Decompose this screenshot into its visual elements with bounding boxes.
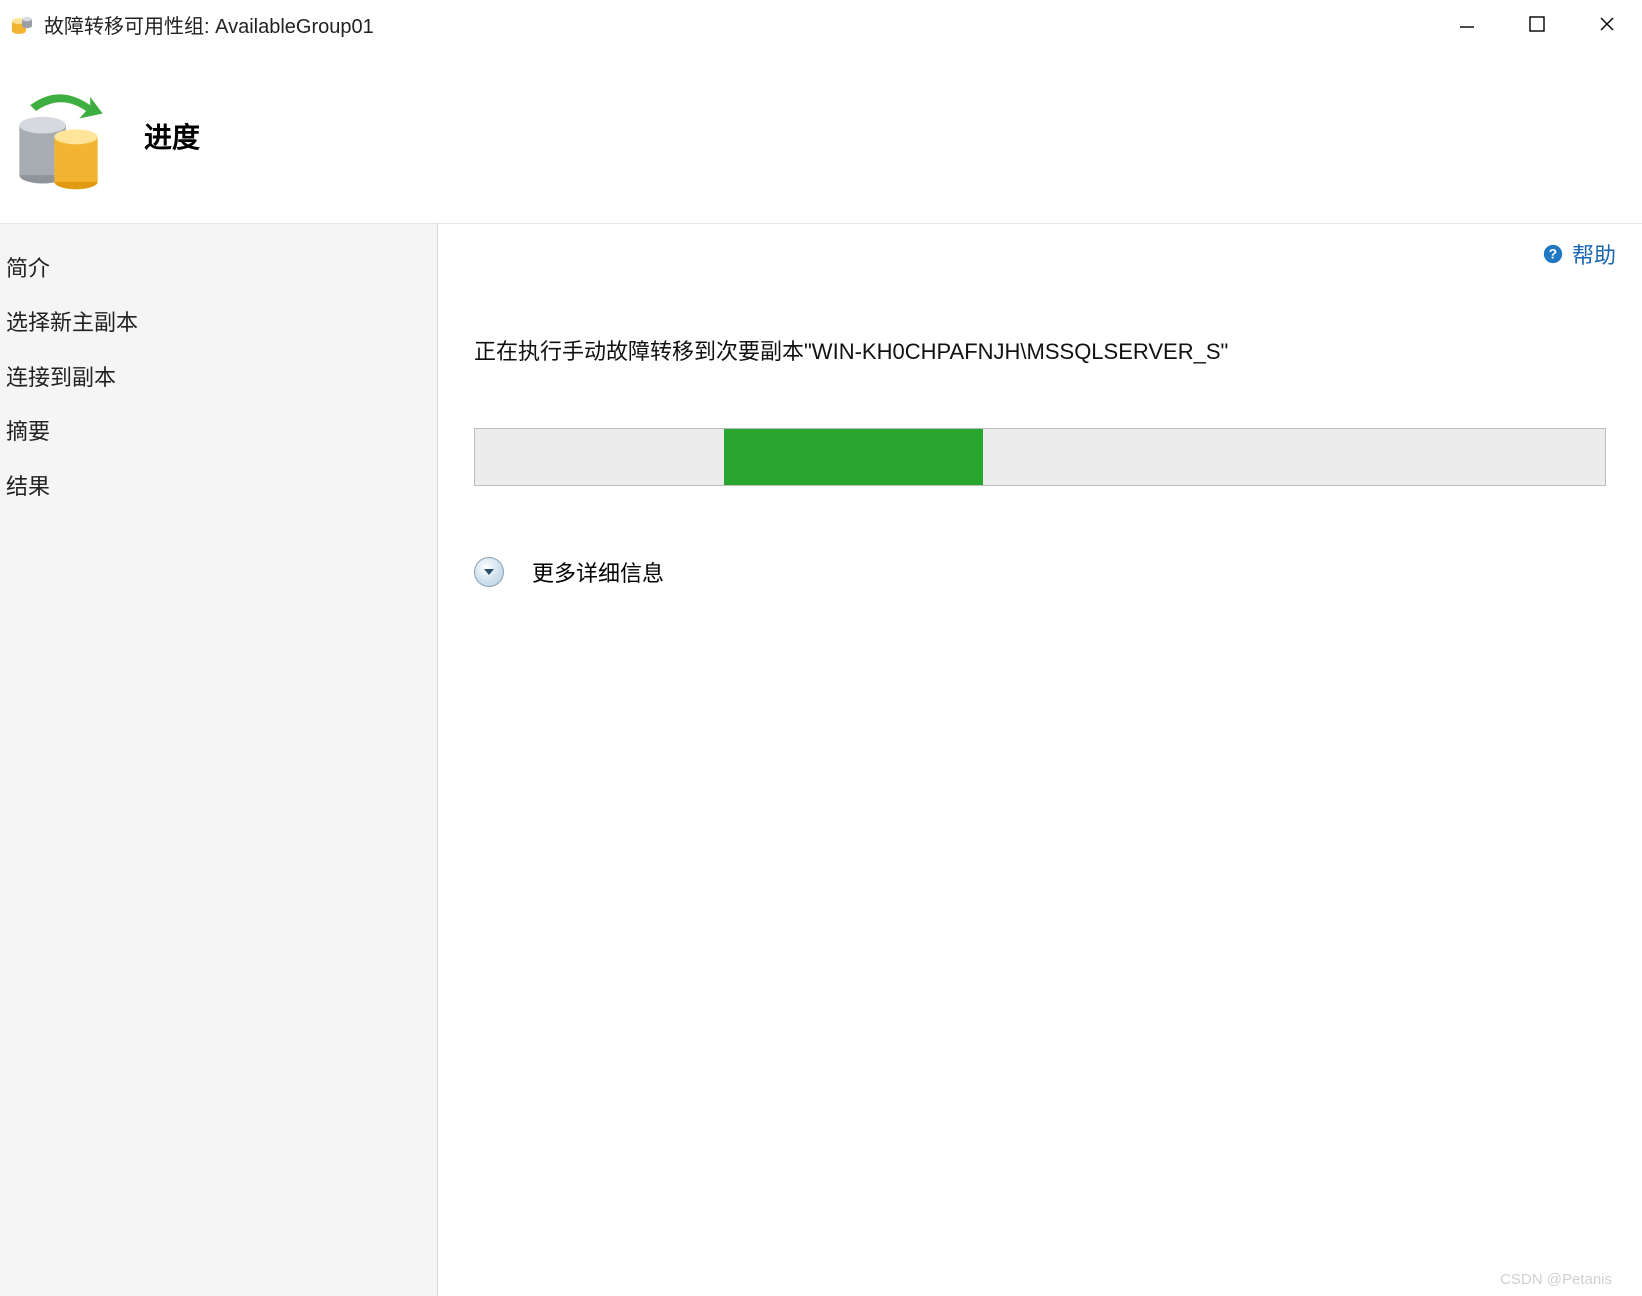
sidebar-item-label: 选择新主副本 bbox=[6, 310, 138, 335]
svg-text:?: ? bbox=[1549, 247, 1557, 262]
sidebar-item-label: 结果 bbox=[6, 474, 50, 499]
wizard-main: ? 帮助 正在执行手动故障转移到次要副本"WIN-KH0CHPAFNJH\MSS… bbox=[438, 223, 1642, 1296]
watermark: CSDN @Petanis bbox=[1500, 1271, 1612, 1288]
progress-bar-fill bbox=[724, 429, 984, 485]
close-button[interactable] bbox=[1572, 0, 1642, 48]
sidebar-item-connect-replica[interactable]: 连接到副本 bbox=[0, 351, 437, 405]
window-title: 故障转移可用性组: AvailableGroup01 bbox=[44, 10, 1432, 39]
sidebar-item-results[interactable]: 结果 bbox=[0, 460, 437, 514]
window-controls bbox=[1432, 0, 1642, 48]
wizard-body: 简介 选择新主副本 连接到副本 摘要 结果 ? 帮助 正在执行手动故障转移到次要… bbox=[0, 223, 1642, 1296]
app-icon bbox=[10, 12, 34, 36]
help-icon: ? bbox=[1542, 243, 1564, 265]
sidebar-item-label: 连接到副本 bbox=[6, 365, 116, 390]
wizard-sidebar: 简介 选择新主副本 连接到副本 摘要 结果 bbox=[0, 223, 438, 1296]
status-text: 正在执行手动故障转移到次要副本"WIN-KH0CHPAFNJH\MSSQLSER… bbox=[474, 334, 1606, 366]
page-title: 进度 bbox=[144, 116, 200, 156]
minimize-button[interactable] bbox=[1432, 0, 1502, 48]
sidebar-item-label: 摘要 bbox=[6, 419, 50, 444]
more-details-toggle[interactable]: 更多详细信息 bbox=[474, 556, 1606, 588]
wizard-header-icon bbox=[6, 71, 116, 201]
more-details-label: 更多详细信息 bbox=[532, 556, 664, 588]
help-label: 帮助 bbox=[1572, 238, 1616, 270]
titlebar: 故障转移可用性组: AvailableGroup01 bbox=[0, 0, 1642, 48]
sidebar-item-select-primary[interactable]: 选择新主副本 bbox=[0, 296, 437, 350]
wizard-header: 进度 bbox=[0, 48, 1642, 223]
sidebar-item-intro[interactable]: 简介 bbox=[0, 242, 437, 296]
maximize-button[interactable] bbox=[1502, 0, 1572, 48]
sidebar-item-summary[interactable]: 摘要 bbox=[0, 405, 437, 459]
sidebar-item-label: 简介 bbox=[6, 256, 50, 281]
help-link[interactable]: ? 帮助 bbox=[1542, 238, 1616, 270]
progress-bar bbox=[474, 428, 1606, 486]
expand-down-icon bbox=[474, 557, 504, 587]
